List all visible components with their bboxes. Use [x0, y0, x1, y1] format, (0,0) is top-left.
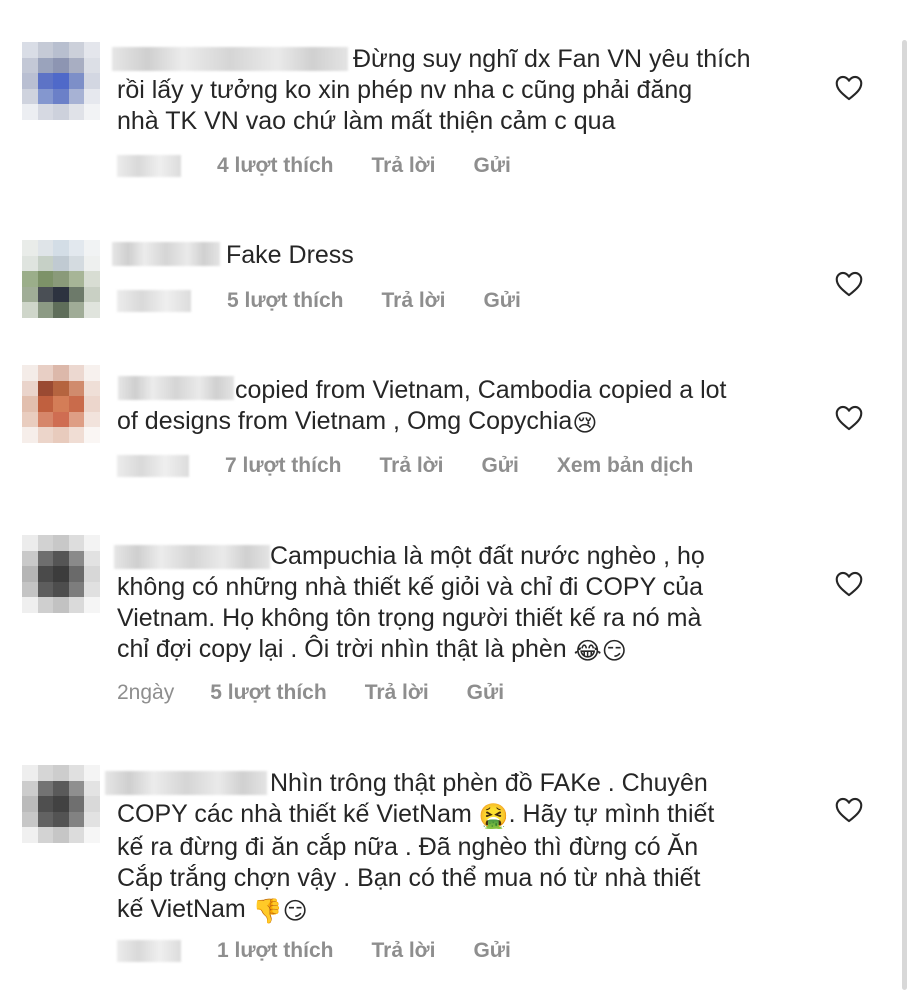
likes-count[interactable]: 5 lượt thích — [210, 681, 326, 705]
comment-text: Đừng suy nghĩ dx Fan VN yêu thích rồi lấ… — [117, 45, 751, 135]
comment-meta: 5 lượt thích Trả lời Gửi — [117, 289, 559, 313]
see-translation-button[interactable]: Xem bản dịch — [557, 454, 694, 478]
crying-face-emoji: 😢 — [572, 410, 598, 437]
timestamp-redacted — [117, 290, 191, 312]
timestamp: 2ngày — [117, 681, 175, 704]
avatar[interactable] — [22, 765, 100, 843]
likes-count[interactable]: 4 lượt thích — [217, 154, 333, 178]
likes-count[interactable]: 7 lượt thích — [225, 454, 341, 478]
comment-text: Campuchia là một đất nước nghèo , họ khô… — [117, 542, 705, 665]
scrollbar[interactable] — [902, 40, 907, 990]
comment-text: copied from Vietnam, Cambodia copied a l… — [117, 376, 727, 437]
reply-button[interactable]: Trả lời — [381, 289, 445, 313]
send-button[interactable]: Gửi — [481, 454, 518, 478]
reply-button[interactable]: Trả lời — [371, 154, 435, 178]
heart-outline-icon[interactable] — [835, 571, 863, 597]
reply-button[interactable]: Trả lời — [365, 681, 429, 705]
avatar[interactable] — [22, 365, 100, 443]
tears-of-joy-emoji: 😂 — [573, 638, 602, 665]
vomiting-face-emoji: 🤮 — [478, 803, 509, 830]
comment-meta: 4 lượt thích Trả lời Gửi — [117, 154, 549, 178]
heart-outline-icon[interactable] — [835, 271, 863, 297]
reply-button[interactable]: Trả lời — [371, 939, 435, 963]
likes-count[interactable]: 5 lượt thích — [227, 289, 343, 313]
smirking-face-emoji: 😏 — [601, 638, 627, 665]
thumbs-down-emoji: 👎 — [252, 898, 283, 925]
likes-count[interactable]: 1 lượt thích — [217, 939, 333, 963]
heart-outline-icon[interactable] — [835, 75, 863, 101]
comment-meta: 7 lượt thích Trả lời Gửi Xem bản dịch — [117, 454, 731, 478]
comment-meta: 1 lượt thích Trả lời Gửi — [117, 939, 549, 963]
send-button[interactable]: Gửi — [473, 939, 510, 963]
heart-outline-icon[interactable] — [835, 797, 863, 823]
send-button[interactable]: Gửi — [483, 289, 520, 313]
send-button[interactable]: Gửi — [467, 681, 504, 705]
timestamp-redacted — [117, 940, 181, 962]
heart-outline-icon[interactable] — [835, 405, 863, 431]
send-button[interactable]: Gửi — [473, 154, 510, 178]
avatar[interactable] — [22, 42, 100, 120]
avatar[interactable] — [22, 535, 100, 613]
reply-button[interactable]: Trả lời — [379, 454, 443, 478]
smirking-face-emoji: 😏 — [282, 898, 308, 925]
comment-text: Fake Dress — [226, 241, 354, 269]
avatar[interactable] — [22, 240, 100, 318]
comment-meta: 2ngày 5 lượt thích Trả lời Gửi — [117, 681, 542, 705]
comment-text: Nhìn trông thật phèn đồ FAKe . Chuyên CO… — [117, 769, 715, 925]
timestamp-redacted — [117, 455, 189, 477]
timestamp-redacted — [117, 155, 181, 177]
